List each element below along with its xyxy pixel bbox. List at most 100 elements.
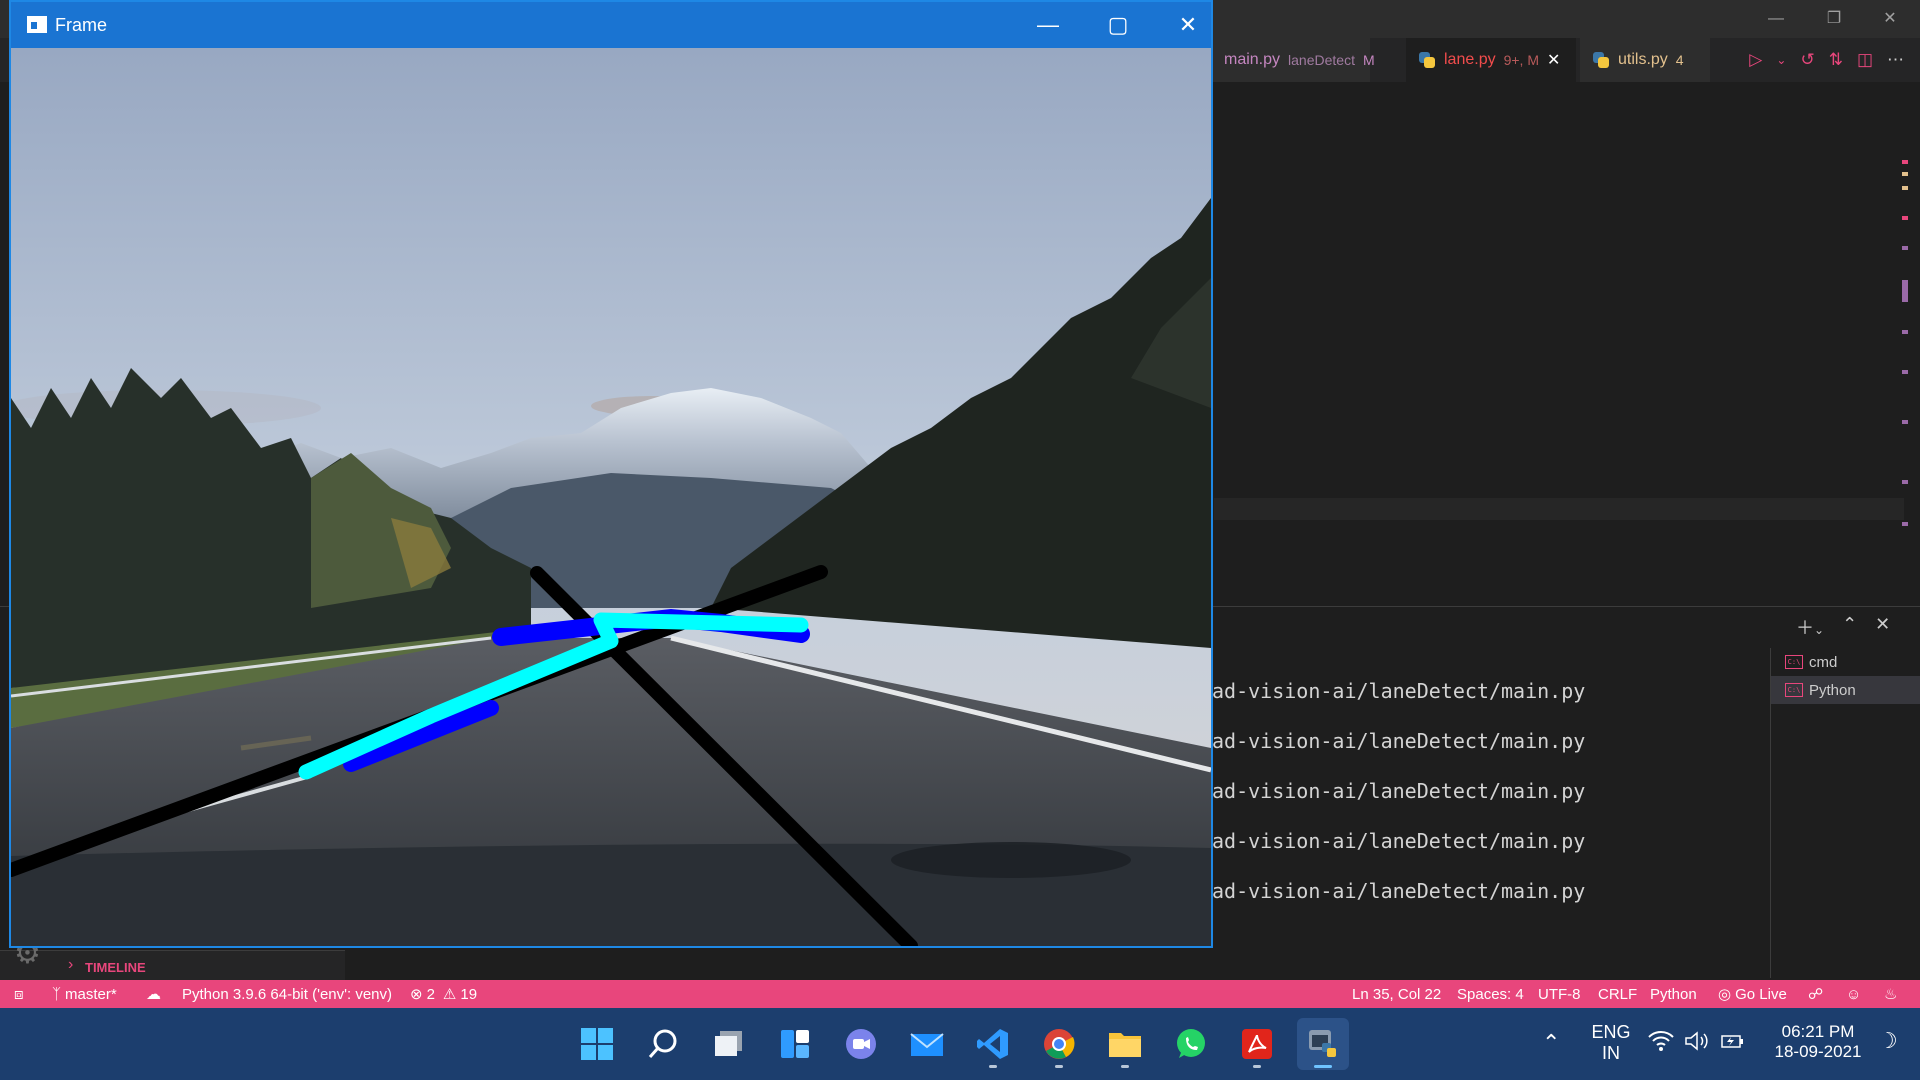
acrobat-icon[interactable] (1231, 1018, 1283, 1070)
golive-status[interactable]: ◎ Go Live (1718, 980, 1787, 1008)
current-line-highlight (1214, 498, 1904, 520)
interpreter-status[interactable]: Python 3.9.6 64-bit ('env': venv) (182, 980, 392, 1008)
timeline-section[interactable]: › TIMELINE (0, 950, 345, 980)
status-bar: ⧈ ᛉ master* ☁ Python 3.9.6 64-bit ('env'… (0, 980, 1920, 1008)
terminal-item-cmd[interactable]: C:\ cmd (1771, 648, 1920, 676)
vscode-icon[interactable] (967, 1018, 1019, 1070)
tab-close-icon[interactable]: ✕ (1547, 50, 1560, 70)
windows-taskbar: ⌃ ENG IN 06:21 PM 18-09-2021 ☽ (0, 1008, 1920, 1080)
tab-label: main.py (1224, 51, 1281, 68)
problems-status[interactable]: ⊗ 2 ⚠ 19 (410, 980, 477, 1008)
terminal-icon: C:\ (1785, 683, 1803, 697)
python-file-icon (1592, 51, 1610, 69)
wifi-icon[interactable] (1648, 1030, 1674, 1057)
road-scene-image (11, 48, 1211, 946)
close-icon[interactable]: ✕ (1153, 2, 1223, 48)
error-icon: ⊗ (410, 986, 423, 1003)
vscode-restore-icon[interactable]: ❐ (1816, 4, 1852, 34)
terminal-line: ad-vision-ai/laneDetect/main.py (1212, 829, 1586, 853)
notifications-bell-icon[interactable]: ♨ (1884, 980, 1897, 1008)
ruler-error-mark (1902, 160, 1908, 164)
running-indicator (1055, 1065, 1063, 1068)
remote-indicator-icon[interactable]: ⧈ (14, 980, 24, 1008)
terminal-name: Python (1809, 681, 1856, 699)
more-actions-icon[interactable]: ⋯ (1887, 50, 1904, 70)
vscode-minimize-icon[interactable]: — (1758, 4, 1794, 34)
task-view-icon[interactable] (703, 1018, 755, 1070)
indentation-status[interactable]: Spaces: 4 (1457, 980, 1524, 1008)
tab-label: utils.py (1618, 51, 1668, 68)
tab-main-py[interactable]: main.py laneDetect M (1212, 38, 1375, 82)
minimize-icon[interactable]: — (1013, 2, 1083, 48)
opencv-window-icon (27, 16, 47, 33)
golive-label: Go Live (1735, 985, 1787, 1003)
vscode-close-icon[interactable]: ✕ (1872, 4, 1908, 34)
language-status[interactable]: Python (1650, 980, 1697, 1008)
terminal-line: ad-vision-ai/laneDetect/main.py (1212, 729, 1586, 753)
ruler-mark (1902, 480, 1908, 484)
focus-assist-moon-icon[interactable]: ☽ (1878, 1028, 1898, 1054)
ruler-warning-mark (1902, 172, 1908, 176)
ruler-mark (1902, 370, 1908, 374)
clock-time: 06:21 PM (1781, 1022, 1855, 1041)
frame-titlebar[interactable]: Frame — ▢ ✕ (11, 2, 1211, 48)
tab-utils-py[interactable]: utils.py 4 (1580, 38, 1710, 82)
ruler-mark (1902, 246, 1908, 250)
terminal-line: ad-vision-ai/laneDetect/main.py (1212, 879, 1586, 903)
tab-detail: laneDetect (1288, 52, 1355, 68)
terminal-line: ad-vision-ai/laneDetect/main.py (1212, 779, 1586, 803)
file-explorer-icon[interactable] (1099, 1018, 1151, 1070)
error-count: 2 (426, 985, 435, 1003)
chrome-icon[interactable] (1033, 1018, 1085, 1070)
ruler-mark (1902, 522, 1908, 526)
terminal-line: ad-vision-ai/laneDetect/main.py (1212, 679, 1586, 703)
encoding-status[interactable]: UTF-8 (1538, 980, 1581, 1008)
terminal-list: C:\ cmd C:\ Python (1770, 648, 1920, 978)
eol-status[interactable]: CRLF (1598, 980, 1637, 1008)
compare-changes-icon[interactable]: ⇅ (1829, 50, 1843, 70)
ruler-mark (1902, 330, 1908, 334)
teams-chat-icon[interactable] (835, 1018, 887, 1070)
new-terminal-icon[interactable]: ＋⌄ (1796, 614, 1824, 640)
run-dropdown-icon[interactable]: ⌄ (1776, 53, 1786, 67)
maximize-panel-icon[interactable]: ⌃ (1842, 614, 1857, 640)
tab-detail: 4 (1675, 52, 1684, 68)
overview-ruler (1902, 150, 1912, 540)
live-share-icon[interactable]: ☍ (1808, 980, 1823, 1008)
chevron-right-icon: › (68, 956, 74, 973)
branch-status[interactable]: ᛉ master* (52, 980, 117, 1008)
terminal-name: cmd (1809, 653, 1838, 671)
language-indicator[interactable]: ENG IN (1586, 1022, 1636, 1064)
clock-date: 18-09-2021 (1774, 1042, 1862, 1061)
frame-window[interactable]: Frame — ▢ ✕ (9, 0, 1213, 948)
run-icon[interactable]: ▷ (1749, 50, 1762, 70)
tab-lane-py[interactable]: lane.py 9+, M ✕ (1406, 38, 1576, 82)
running-indicator (1253, 1065, 1261, 1068)
ruler-warning-mark (1902, 186, 1908, 190)
mail-icon[interactable] (901, 1018, 953, 1070)
feedback-icon[interactable]: ☺ (1846, 980, 1861, 1008)
timeline-history-icon[interactable]: ↺ (1800, 50, 1814, 70)
split-editor-icon[interactable]: ◫ (1857, 50, 1873, 70)
volume-icon[interactable] (1684, 1030, 1710, 1057)
python-icon[interactable] (1297, 1018, 1349, 1070)
maximize-icon[interactable]: ▢ (1083, 2, 1153, 48)
close-panel-icon[interactable]: ✕ (1875, 614, 1890, 640)
search-icon[interactable] (637, 1018, 689, 1070)
lang-bottom: IN (1602, 1043, 1620, 1063)
clock[interactable]: 06:21 PM 18-09-2021 (1766, 1022, 1870, 1062)
running-indicator (1121, 1065, 1129, 1068)
sync-icon[interactable]: ☁ (146, 980, 161, 1008)
tab-badge: M (1362, 52, 1375, 68)
widgets-icon[interactable] (769, 1018, 821, 1070)
cursor-position[interactable]: Ln 35, Col 22 (1352, 980, 1441, 1008)
whatsapp-icon[interactable] (1165, 1018, 1217, 1070)
battery-icon[interactable] (1720, 1030, 1746, 1057)
warning-icon: ⚠ (442, 986, 457, 1003)
windows-start-icon[interactable] (571, 1018, 623, 1070)
chevron-up-icon[interactable]: ⌃ (1542, 1030, 1560, 1056)
editor-actions: ▷ ⌄ ↺ ⇅ ◫ ⋯ (1749, 38, 1904, 82)
terminal-item-python[interactable]: C:\ Python (1771, 676, 1920, 704)
git-branch-icon: ᛉ (52, 985, 62, 1003)
ruler-error-mark (1902, 216, 1908, 220)
